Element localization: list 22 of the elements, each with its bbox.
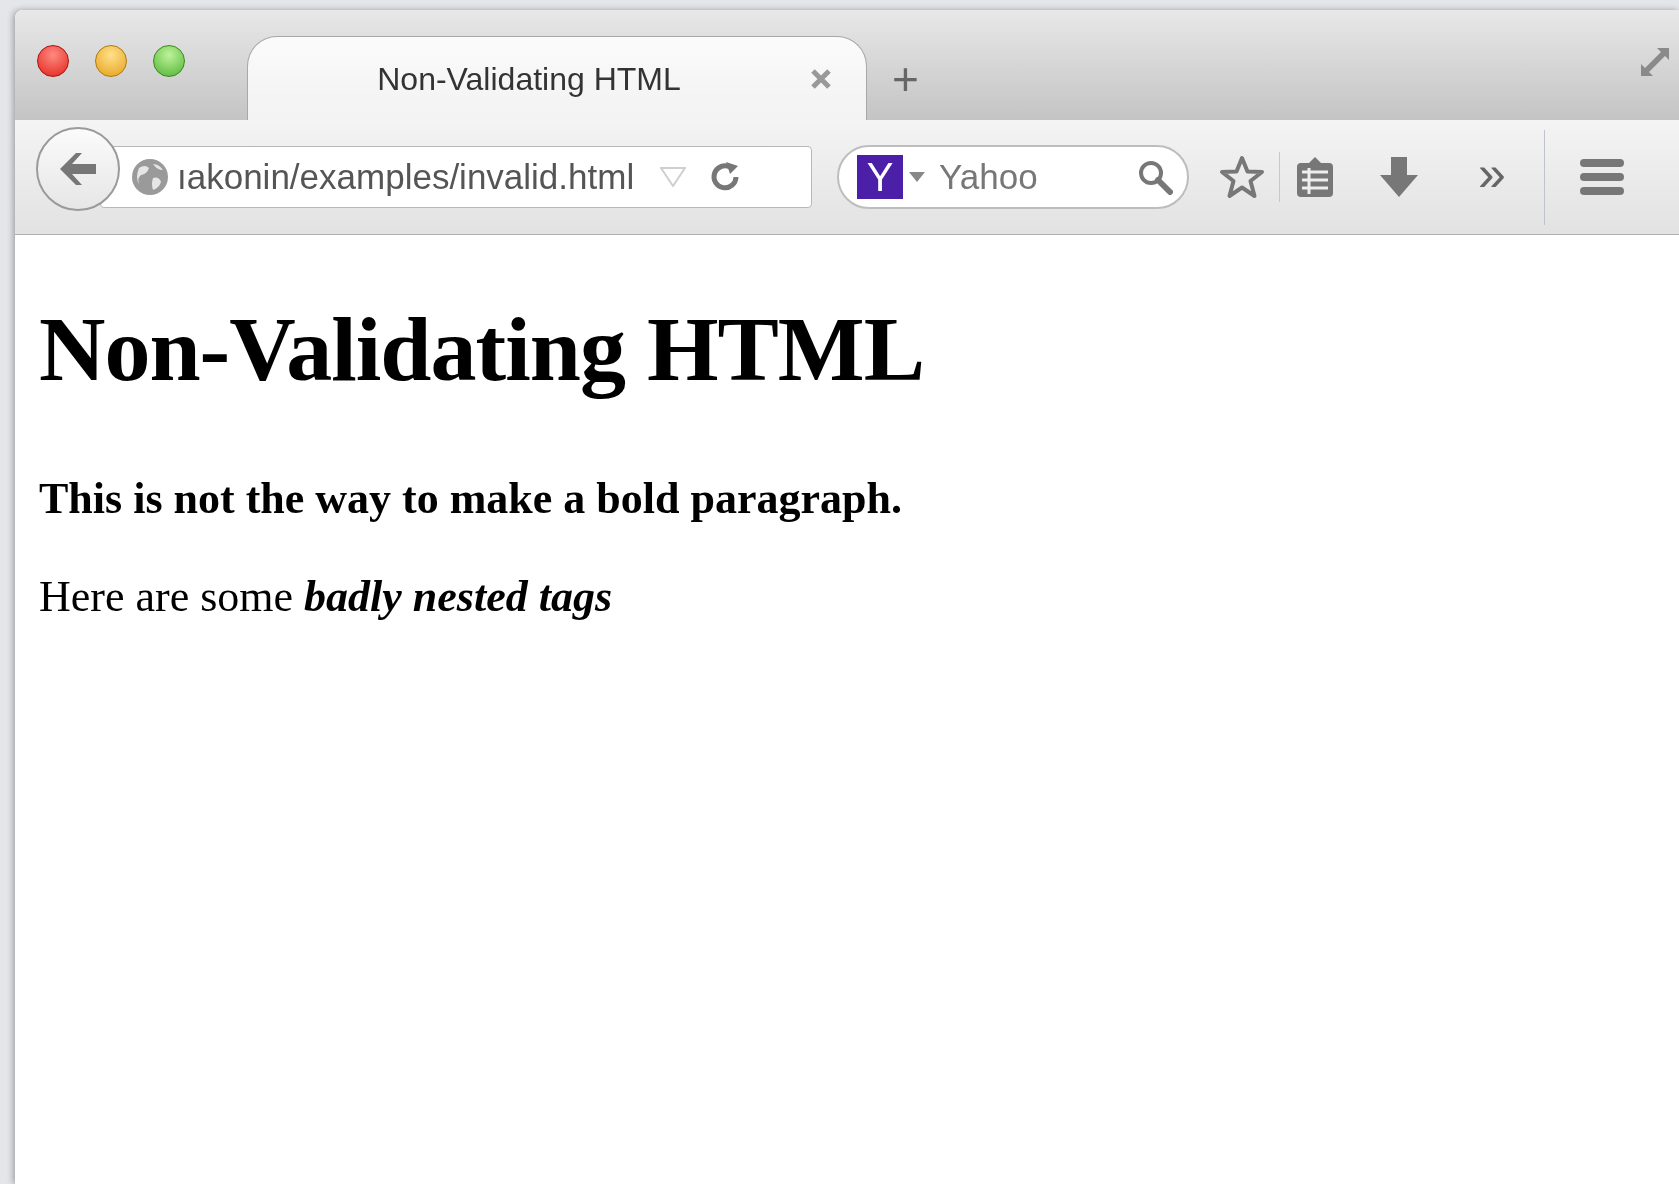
search-field[interactable]: Y Yahoo [837, 145, 1189, 209]
minimize-window-icon[interactable] [95, 45, 127, 77]
caret-icon[interactable] [909, 172, 925, 182]
menu-icon[interactable] [1578, 157, 1625, 197]
download-icon[interactable] [1378, 155, 1420, 199]
zoom-window-icon[interactable] [153, 45, 185, 77]
list-icon[interactable] [1294, 155, 1336, 199]
paragraph: Here are some badly nested tags [39, 575, 614, 619]
browser-tab[interactable]: Non-Validating HTML [247, 36, 867, 120]
close-window-icon[interactable] [37, 45, 69, 77]
globe-icon [131, 158, 169, 196]
close-tab-icon[interactable] [810, 67, 832, 90]
url-field[interactable]: ıakonin/examples/invalid.html [100, 146, 812, 208]
star-icon[interactable] [1219, 155, 1265, 199]
new-tab-button[interactable]: + [892, 56, 919, 102]
back-arrow-icon [58, 151, 98, 187]
search-icon[interactable] [1137, 159, 1173, 195]
search-engine-logo: Y [857, 155, 903, 199]
search-field[interactable]: Yahoo [939, 150, 1109, 204]
tab-title: Non-Validating HTML [376, 59, 682, 99]
bold-paragraph: This is not the way to make a bold paragraph. [39, 477, 903, 521]
overflow-button[interactable]: » [1478, 148, 1506, 206]
